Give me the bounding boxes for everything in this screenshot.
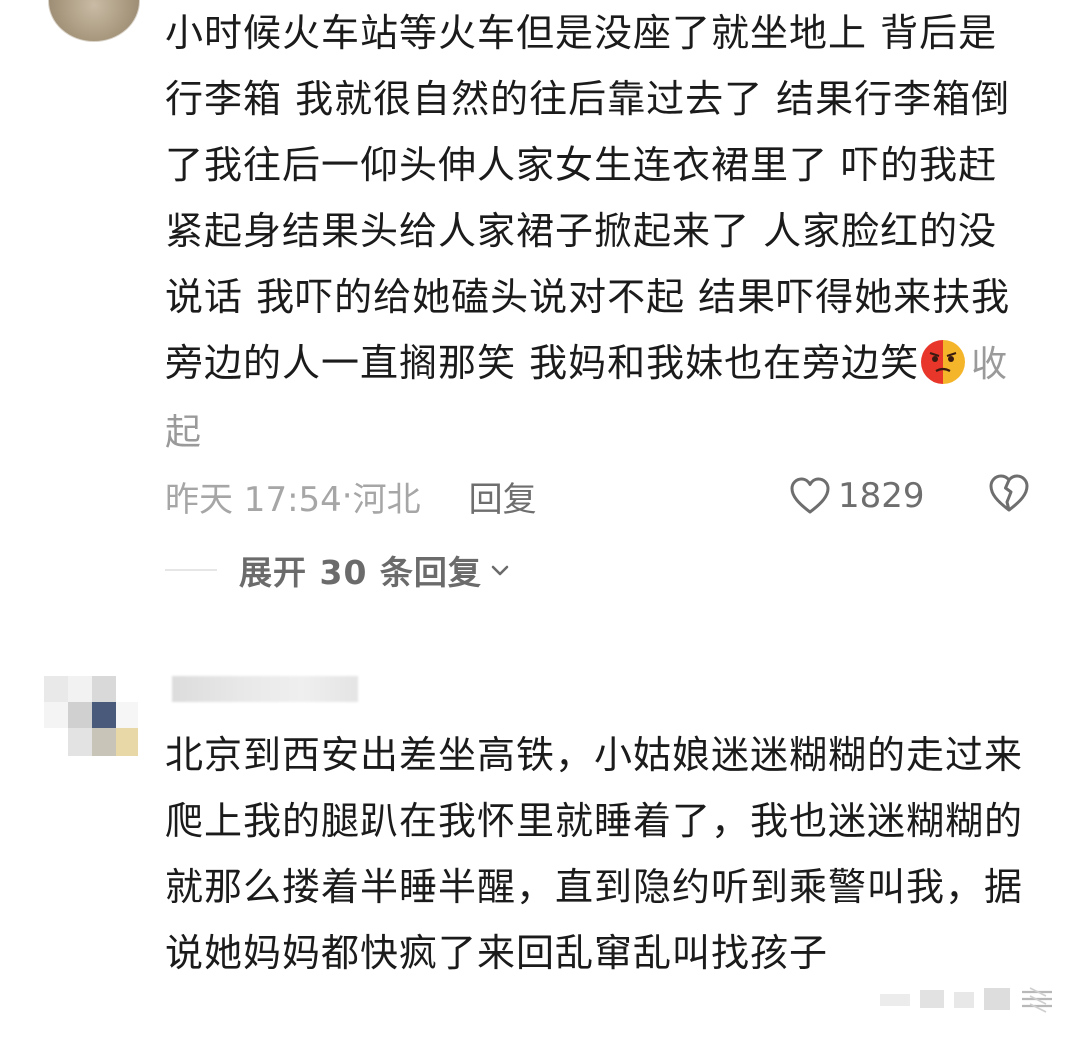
username-blurred[interactable] xyxy=(172,676,358,702)
comment-text: 小时候火车站等火车但是没座了就坐地上 背后是行李箱 我就很自然的往后靠过去了 结… xyxy=(165,0,1025,466)
comment-body: 小时候火车站等火车但是没座了就坐地上 背后是行李箱 我就很自然的往后靠过去了 结… xyxy=(165,11,1024,385)
location: 河北 xyxy=(352,479,421,520)
chevron-down-icon xyxy=(491,565,509,576)
like-button[interactable]: 1829 xyxy=(788,468,925,524)
embarrassed-face-emoji-icon xyxy=(921,340,966,384)
reply-button[interactable]: 回复 xyxy=(469,472,537,521)
divider xyxy=(165,569,217,571)
meta-separator: · xyxy=(341,476,353,516)
watermark-icon xyxy=(880,987,1052,1013)
expand-replies-button[interactable]: 展开 30 条回复 xyxy=(165,540,512,600)
heart-outline-icon xyxy=(790,477,830,514)
comment-body: 北京到西安出差坐高铁，小姑娘迷迷糊糊的走过来爬上我的腿趴在我怀里就睡着了，我也迷… xyxy=(165,733,1024,975)
comment-meta: 昨天 17:54 · 河北 回复 xyxy=(165,468,537,524)
expand-replies-label: 展开 30 条回复 xyxy=(239,553,482,592)
broken-heart-outline-icon[interactable] xyxy=(986,472,1032,514)
avatar[interactable] xyxy=(44,676,138,756)
timestamp: 昨天 17:54 xyxy=(165,479,342,520)
comment-text: 北京到西安出差坐高铁，小姑娘迷迷糊糊的走过来爬上我的腿趴在我怀里就睡着了，我也迷… xyxy=(165,722,1025,986)
avatar[interactable] xyxy=(48,0,140,42)
like-count: 1829 xyxy=(838,476,925,516)
